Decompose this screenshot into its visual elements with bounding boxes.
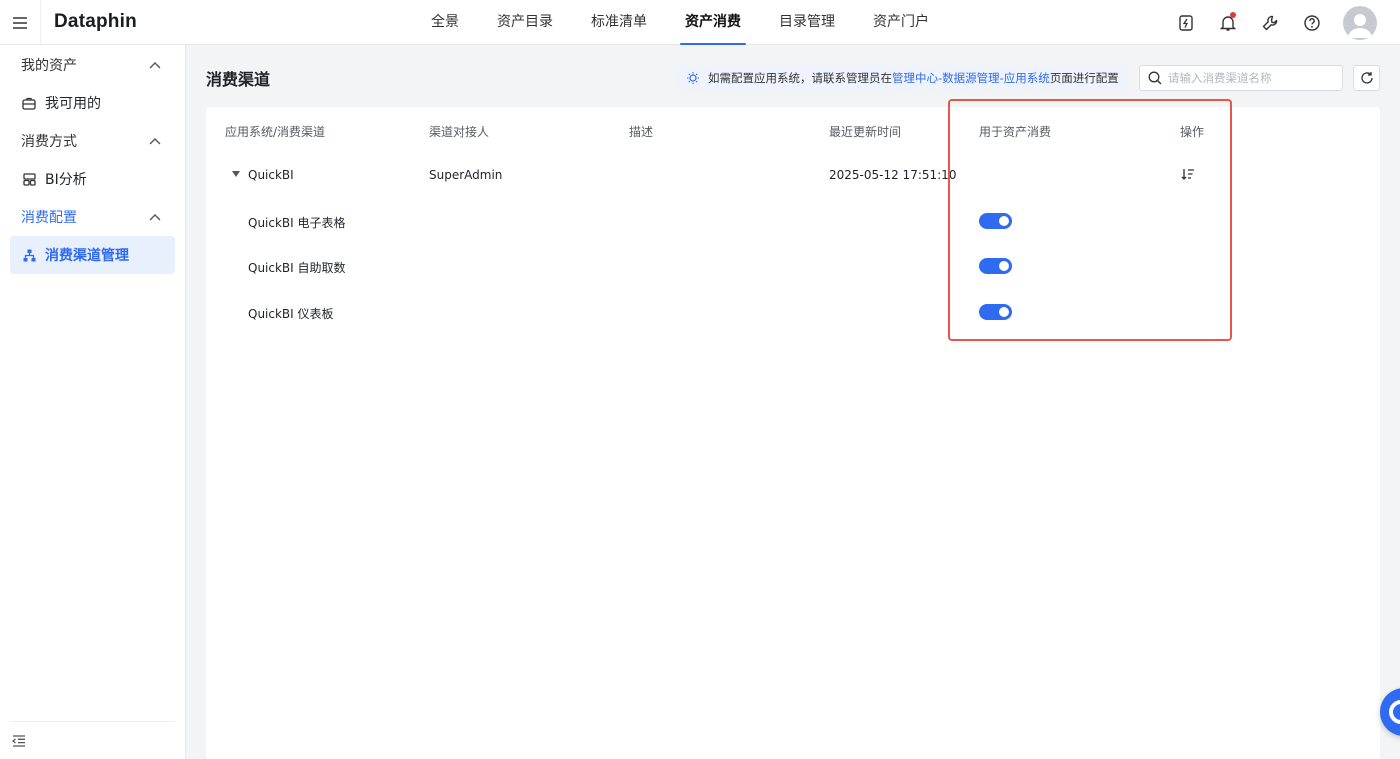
refresh-icon [1360, 72, 1373, 84]
column-header-for-consumption: 用于资产消费 [979, 125, 1052, 139]
nav-item-overview[interactable]: 全景 [412, 0, 478, 45]
table-row-child: QuickBI 电子表格 [248, 216, 346, 230]
chevron-up-icon [149, 138, 161, 145]
sidebar-item-channel-management[interactable]: 消费渠道管理 [10, 236, 175, 274]
search-input[interactable] [1168, 71, 1328, 85]
chevron-up-icon [149, 214, 161, 221]
search-box [1139, 65, 1343, 91]
refresh-button[interactable] [1353, 65, 1380, 91]
bi-analysis-icon [22, 172, 36, 186]
collapse-sidebar-button[interactable] [10, 721, 175, 759]
sidebar-group-my-assets[interactable]: 我的资产 [0, 46, 185, 84]
tip-text-suffix: 页面进行配置 [1049, 71, 1119, 85]
row-contact: SuperAdmin [429, 168, 503, 182]
info-tip: 如需配置应用系统，请联系管理员在 管理中心-数据源管理-应用系统 页面进行配置 [678, 66, 1128, 90]
bell-icon[interactable] [1207, 0, 1249, 45]
consumption-toggle[interactable] [979, 213, 1012, 229]
help-icon[interactable] [1291, 0, 1333, 45]
collapse-menu-icon [12, 734, 25, 747]
column-header-actions: 操作 [1180, 125, 1205, 139]
sidebar-item-bi-analysis[interactable]: BI分析 [10, 160, 175, 198]
top-bar: Dataphin 全景 资产目录 标准清单 资产消费 目录管理 资产门户 [0, 0, 1400, 45]
wrench-icon[interactable] [1249, 0, 1291, 45]
column-header-system-channel: 应用系统/消费渠道 [225, 125, 326, 139]
consumption-toggle[interactable] [979, 258, 1012, 274]
top-toolbar [1165, 0, 1400, 45]
table-row-child: QuickBI 自助取数 [248, 261, 346, 275]
nav-item-asset-catalog[interactable]: 资产目录 [478, 0, 572, 45]
hierarchy-icon [22, 248, 36, 262]
sort-settings-icon[interactable] [1181, 167, 1195, 184]
consumption-toggle[interactable] [979, 304, 1012, 320]
assistant-float-button[interactable] [1380, 688, 1400, 736]
sidebar-group-label: 消费方式 [21, 134, 77, 150]
app-logo[interactable]: Dataphin [54, 11, 137, 33]
column-header-description: 描述 [629, 125, 654, 139]
column-header-last-updated: 最近更新时间 [829, 125, 902, 139]
nav-item-standard-list[interactable]: 标准清单 [572, 0, 666, 45]
row-name: QuickBI [248, 168, 294, 182]
nav-item-catalog-management[interactable]: 目录管理 [760, 0, 854, 45]
flash-card-icon[interactable] [1165, 0, 1207, 45]
sidebar-item-label: 消费渠道管理 [45, 248, 129, 264]
main-nav: 全景 资产目录 标准清单 资产消费 目录管理 资产门户 [412, 0, 948, 45]
sidebar-item-label: 我可用的 [45, 96, 101, 112]
tip-text-prefix: 如需配置应用系统，请联系管理员在 [708, 71, 892, 85]
tip-link[interactable]: 管理中心-数据源管理-应用系统 [892, 70, 1050, 86]
chevron-up-icon [149, 62, 161, 69]
nav-item-asset-portal[interactable]: 资产门户 [854, 0, 948, 45]
sidebar-group-consumption-methods[interactable]: 消费方式 [0, 122, 185, 160]
search-icon [1148, 71, 1162, 85]
sidebar-group-label: 消费配置 [21, 210, 77, 226]
sidebar-item-label: BI分析 [45, 172, 87, 188]
sidebar-item-my-available[interactable]: 我可用的 [10, 84, 175, 122]
channel-table: 应用系统/消费渠道 渠道对接人 描述 最近更新时间 用于资产消费 操作 Quic… [206, 107, 1380, 759]
lightbulb-icon [686, 71, 700, 85]
hamburger-menu-icon[interactable] [0, 0, 41, 45]
briefcase-icon [22, 96, 36, 110]
expand-caret-icon[interactable] [232, 171, 240, 177]
nav-item-asset-consumption[interactable]: 资产消费 [666, 0, 760, 45]
page-title: 消费渠道 [206, 70, 271, 89]
avatar[interactable] [1343, 5, 1377, 40]
table-row-child: QuickBI 仪表板 [248, 307, 334, 321]
column-header-contact: 渠道对接人 [429, 125, 490, 139]
table-row-parent[interactable]: QuickBI [232, 168, 294, 182]
sidebar-group-label: 我的资产 [21, 58, 77, 74]
sidebar: 我的资产 我可用的 消费方式 BI分析 消费配置 消费渠道管理 [0, 45, 186, 759]
sidebar-group-consumption-config[interactable]: 消费配置 [0, 198, 185, 236]
notification-badge [1230, 12, 1236, 18]
row-updated-time: 2025-05-12 17:51:10 [829, 168, 957, 182]
